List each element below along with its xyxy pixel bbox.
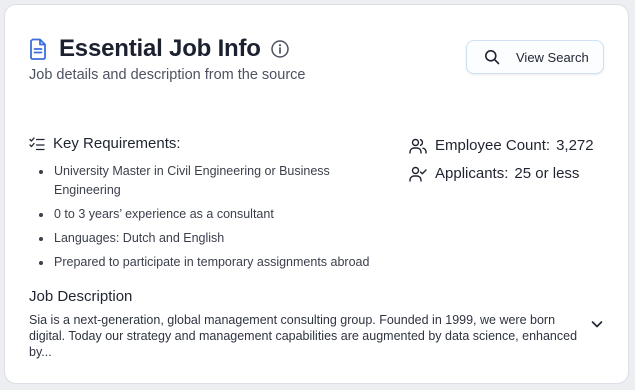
applicants-value: 25 or less: [514, 165, 580, 182]
employee-count-value: 3,272: [556, 137, 594, 154]
requirements-title: Key Requirements:: [53, 135, 181, 152]
list-item: University Master in Civil Engineering o…: [36, 162, 386, 200]
requirements-header: Key Requirements:: [29, 135, 181, 152]
list-check-icon: [29, 136, 45, 151]
page-title: Essential Job Info: [59, 35, 261, 62]
employee-count-label: Employee Count:: [435, 137, 551, 154]
page-subtitle: Job details and description from the sou…: [29, 67, 306, 83]
chevron-down-icon[interactable]: [590, 317, 604, 331]
employee-count-stat: Employee Count: 3,272: [409, 137, 594, 154]
view-search-label: View Search: [516, 49, 589, 65]
job-info-card: Essential Job Info Job details and descr…: [4, 4, 629, 384]
applicants-stat: Applicants: 25 or less: [409, 165, 579, 182]
requirements-list: University Master in Civil Engineering o…: [36, 162, 386, 277]
user-check-icon: [409, 166, 427, 182]
view-search-button[interactable]: View Search: [466, 40, 604, 74]
list-item: Prepared to participate in temporary ass…: [36, 253, 386, 272]
search-icon: [484, 49, 500, 65]
description-title: Job Description: [29, 288, 133, 305]
list-item: 0 to 3 years’ experience as a consultant: [36, 205, 386, 224]
applicants-label: Applicants:: [435, 165, 509, 182]
document-icon: [29, 38, 47, 60]
users-icon: [409, 138, 427, 154]
info-circle-icon[interactable]: [270, 39, 290, 59]
list-item: Languages: Dutch and English: [36, 229, 386, 248]
title-row: Essential Job Info: [29, 35, 290, 63]
description-text: Sia is a next-generation, global managem…: [29, 313, 578, 359]
